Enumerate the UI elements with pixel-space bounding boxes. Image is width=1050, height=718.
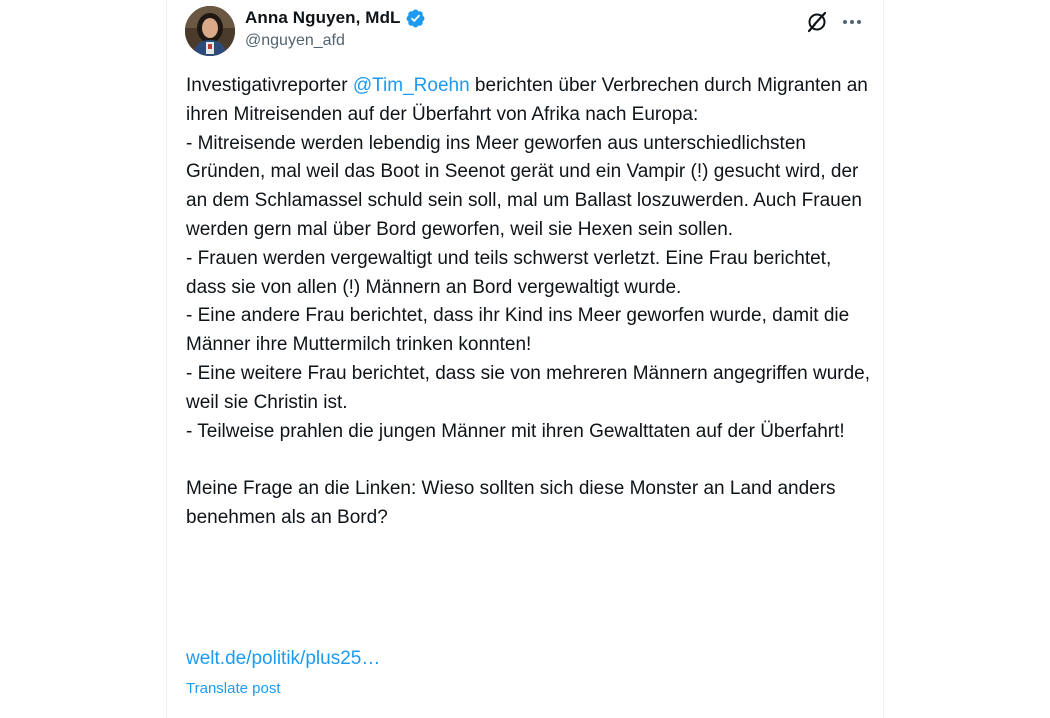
author-name-row: Anna Nguyen, MdL: [245, 6, 426, 30]
post-line: - Teilweise prahlen die jungen Männer mi…: [186, 420, 845, 442]
post-text: Investigativreporter @Tim_Roehn berichte…: [186, 72, 876, 533]
author-handle[interactable]: @nguyen_afd: [245, 32, 426, 50]
grok-icon[interactable]: [805, 10, 829, 34]
author-name[interactable]: Anna Nguyen, MdL: [245, 8, 401, 28]
post-question: Meine Frage an die Linken: Wieso sollten…: [186, 478, 841, 528]
verified-badge-icon[interactable]: [405, 8, 426, 29]
post-intro-before: Investigativreporter: [186, 75, 353, 96]
post-line: - Frauen werden vergewaltigt und teils s…: [186, 247, 837, 298]
author-block: Anna Nguyen, MdL @nguyen_afd: [245, 6, 426, 50]
article-link[interactable]: welt.de/politik/plus25…: [186, 648, 380, 670]
translate-post-button[interactable]: Translate post: [186, 680, 281, 697]
post-line: - Mitreisende werden lebendig ins Meer g…: [186, 132, 868, 240]
more-icon[interactable]: [840, 10, 864, 34]
post-line: - Eine weitere Frau berichtet, dass sie …: [186, 362, 876, 413]
mention-link[interactable]: @Tim_Roehn: [353, 75, 470, 96]
author-avatar[interactable]: [185, 6, 235, 56]
post-card: Anna Nguyen, MdL @nguyen_afd Investigati…: [166, 0, 884, 718]
post-line: - Eine andere Frau berichtet, dass ihr K…: [186, 305, 855, 356]
